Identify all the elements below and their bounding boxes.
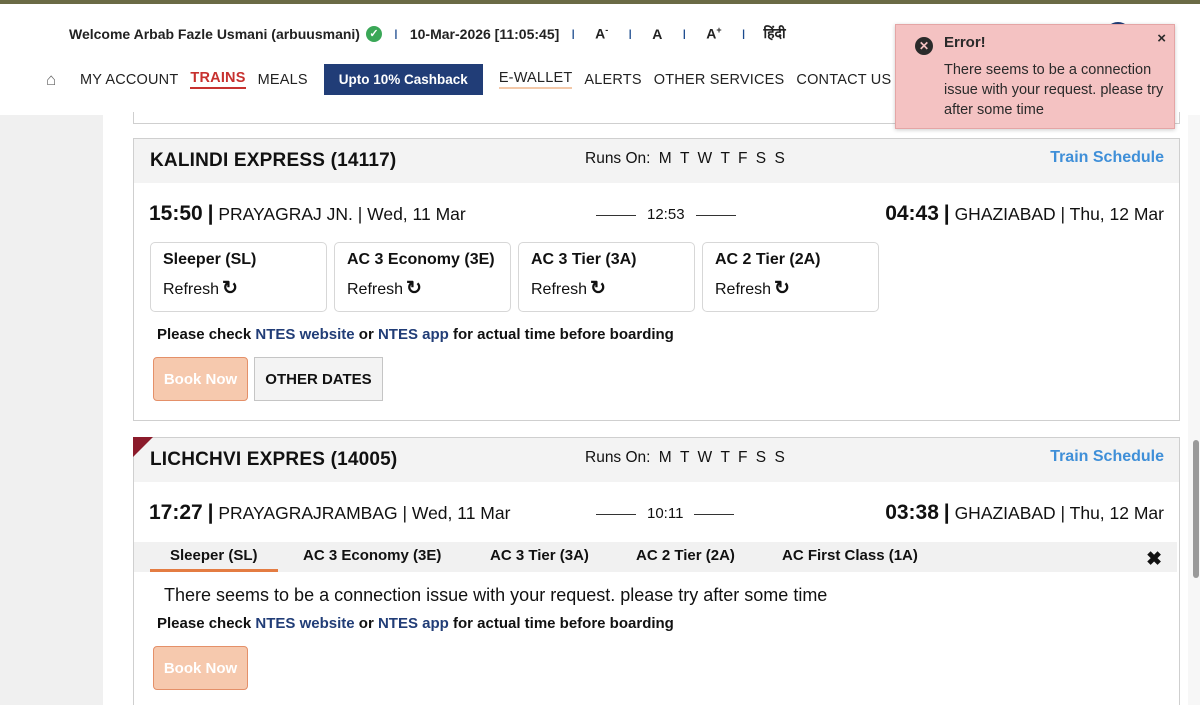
- separator: I: [571, 25, 576, 42]
- train-card-header: LICHCHVI EXPRES (14005) Runs On: M T W T…: [133, 437, 1179, 482]
- error-icon: ✕: [915, 37, 933, 55]
- connection-error-message: There seems to be a connection issue wit…: [164, 585, 828, 605]
- tab-ac-first-class[interactable]: AC First Class (1A): [782, 547, 918, 564]
- refresh-icon: ↻: [774, 278, 790, 299]
- departure: 17:27 | PRAYAGRAJRAMBAG | Wed, 11 Mar: [149, 501, 511, 524]
- arrival: 04:43 | GHAZIABAD | Thu, 12 Mar: [885, 202, 1164, 225]
- separator: I: [393, 25, 398, 42]
- runs-on: Runs On: M T W T F S S: [585, 449, 785, 466]
- arrival: 03:38 | GHAZIABAD | Thu, 12 Mar: [885, 501, 1164, 524]
- datetime: 10-Mar-2026 [11:05:45]: [409, 25, 560, 42]
- book-now-button[interactable]: Book Now: [153, 357, 248, 401]
- toast-message: There seems to be a connection issue wit…: [944, 62, 1164, 118]
- close-icon[interactable]: ×: [1157, 30, 1166, 47]
- class-card-3a[interactable]: AC 3 Tier (3A) Refresh ↻: [518, 242, 695, 312]
- left-sidebar: [0, 115, 103, 705]
- nav-contact-us[interactable]: CONTACT US: [796, 72, 891, 88]
- welcome-text: Welcome Arbab Fazle Usmani (arbuusmani): [69, 25, 360, 42]
- nav-trains[interactable]: TRAINS: [190, 70, 246, 89]
- nav-e-wallet[interactable]: E-WALLET: [498, 70, 573, 89]
- language-toggle[interactable]: हिंदी: [763, 24, 785, 43]
- ntes-note: Please check NTES website or NTES app fo…: [157, 615, 674, 632]
- refresh-icon: ↻: [406, 278, 422, 299]
- refresh-icon: ↻: [222, 278, 238, 299]
- duration: 12:53: [585, 206, 747, 223]
- verified-icon: ✓: [365, 25, 382, 42]
- separator: I: [741, 25, 746, 42]
- cashback-button[interactable]: Upto 10% Cashback: [323, 64, 483, 95]
- refresh-icon: ↻: [590, 278, 606, 299]
- main-nav: ⌂ MY ACCOUNT TRAINS MEALS Upto 10% Cashb…: [46, 64, 903, 95]
- close-icon[interactable]: ✖: [1146, 548, 1162, 571]
- font-normal-button[interactable]: A: [652, 26, 662, 42]
- train-card-header: KALINDI EXPRESS (14117) Runs On: M T W T…: [134, 139, 1179, 183]
- class-options: Sleeper (SL) Refresh ↻ AC 3 Economy (3E) …: [150, 242, 886, 312]
- journey-times: 17:27 | PRAYAGRAJRAMBAG | Wed, 11 Mar 10…: [134, 482, 1179, 540]
- train-schedule-link[interactable]: Train Schedule: [1050, 149, 1164, 167]
- train-schedule-link[interactable]: Train Schedule: [1050, 448, 1164, 466]
- ntes-app-link[interactable]: NTES app: [378, 615, 449, 632]
- class-tabs: Sleeper (SL) AC 3 Economy (3E) AC 3 Tier…: [134, 542, 1177, 572]
- duration: 10:11: [585, 505, 745, 522]
- train-name: LICHCHVI EXPRES (14005): [150, 449, 398, 470]
- nav-my-account[interactable]: MY ACCOUNT: [80, 72, 178, 88]
- ntes-website-link[interactable]: NTES website: [255, 615, 354, 632]
- nav-meals[interactable]: MEALS: [258, 72, 308, 88]
- runs-on: Runs On: M T W T F S S: [585, 150, 785, 167]
- scrollbar[interactable]: [1188, 115, 1200, 705]
- toast-title: Error!: [944, 34, 986, 51]
- ntes-note: Please check NTES website or NTES app fo…: [157, 326, 674, 343]
- other-dates-button[interactable]: OTHER DATES: [254, 357, 383, 401]
- nav-alerts[interactable]: ALERTS: [584, 72, 641, 88]
- home-icon[interactable]: ⌂: [46, 71, 64, 88]
- separator: I: [682, 25, 687, 42]
- class-card-3e[interactable]: AC 3 Economy (3E) Refresh ↻: [334, 242, 511, 312]
- tab-ac3-economy[interactable]: AC 3 Economy (3E): [303, 547, 441, 564]
- journey-times: 15:50 | PRAYAGRAJ JN. | Wed, 11 Mar 12:5…: [134, 183, 1179, 241]
- tab-ac3-tier[interactable]: AC 3 Tier (3A): [490, 547, 589, 564]
- ntes-website-link[interactable]: NTES website: [255, 326, 354, 343]
- class-card-sl[interactable]: Sleeper (SL) Refresh ↻: [150, 242, 327, 312]
- ntes-app-link[interactable]: NTES app: [378, 326, 449, 343]
- nav-other-services[interactable]: OTHER SERVICES: [654, 72, 785, 88]
- class-card-2a[interactable]: AC 2 Tier (2A) Refresh ↻: [702, 242, 879, 312]
- train-card-lichchvi: LICHCHVI EXPRES (14005) Runs On: M T W T…: [133, 437, 1180, 705]
- scrollbar-thumb[interactable]: [1193, 440, 1199, 578]
- header-info-row: Welcome Arbab Fazle Usmani (arbuusmani) …: [69, 24, 786, 43]
- tab-ac2-tier[interactable]: AC 2 Tier (2A): [636, 547, 735, 564]
- departure: 15:50 | PRAYAGRAJ JN. | Wed, 11 Mar: [149, 202, 466, 225]
- font-decrease-button[interactable]: A-: [595, 25, 608, 42]
- train-name: KALINDI EXPRESS (14117): [150, 150, 397, 171]
- train-card-kalindi: KALINDI EXPRESS (14117) Runs On: M T W T…: [133, 138, 1180, 421]
- book-now-button[interactable]: Book Now: [153, 646, 248, 690]
- tab-sleeper[interactable]: Sleeper (SL): [150, 547, 278, 572]
- error-toast: ✕ Error! × There seems to be a connectio…: [895, 24, 1175, 129]
- font-increase-button[interactable]: A+: [706, 25, 721, 42]
- separator: I: [628, 25, 633, 42]
